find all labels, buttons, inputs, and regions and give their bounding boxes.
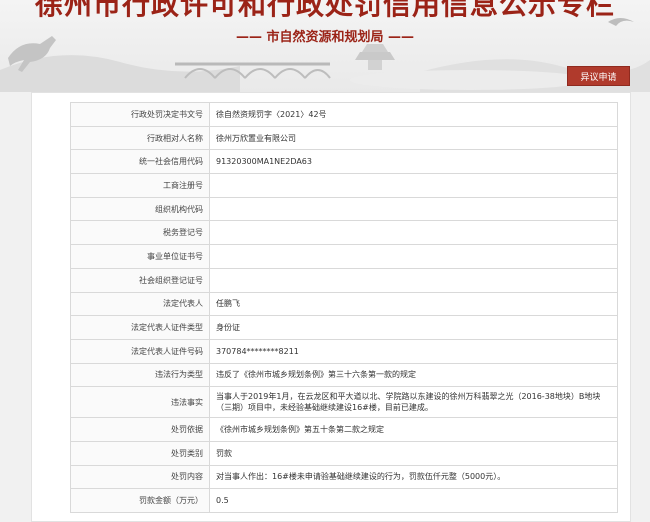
field-label: 税务登记号 — [70, 220, 210, 246]
field-label: 工商注册号 — [70, 173, 210, 198]
table-row: 统一社会信用代码 91320300MA1NE2DA63 — [70, 149, 618, 175]
field-label: 组织机构代码 — [70, 196, 210, 222]
table-row: 处罚依据 《徐州市城乡规划条例》第五十条第二款之规定 — [70, 417, 618, 442]
field-value: 徐自然资规罚字〈2021〉42号 — [209, 102, 618, 127]
field-value: 任鹏飞 — [209, 291, 618, 317]
field-value — [209, 267, 618, 293]
field-label: 罚款金额（万元） — [70, 488, 210, 513]
field-label: 违法事实 — [70, 386, 210, 419]
field-value: 徐州万欣置业有限公司 — [209, 125, 618, 151]
field-value: 370784********8211 — [209, 338, 618, 364]
table-row: 法定代表人证件号码 370784********8211 — [70, 338, 618, 364]
objection-button[interactable]: 异议申请 — [567, 66, 630, 86]
table-row: 事业单位证书号 — [70, 244, 618, 269]
page-title: 徐州市行政许可和行政处罚信用信息公示专栏 — [34, 0, 615, 21]
table-row: 法定代表人 任鹏飞 — [70, 291, 618, 317]
table-row: 组织机构代码 — [70, 196, 618, 222]
field-value — [209, 220, 618, 246]
table-row: 违法事实 当事人于2019年1月，在云龙区和平大道以北、学院路以东建设的徐州万科翡… — [70, 386, 618, 419]
field-value — [209, 244, 618, 269]
header-banner: 徐州市行政许可和行政处罚信用信息公示专栏 —— 市自然资源和规划局 —— 异议申… — [0, 0, 650, 92]
field-label: 社会组织登记证号 — [70, 267, 210, 293]
field-value: 当事人于2019年1月，在云龙区和平大道以北、学院路以东建设的徐州万科翡翠之光（… — [209, 386, 618, 419]
field-value: 身份证 — [209, 315, 618, 340]
table-row: 税务登记号 — [70, 220, 618, 246]
field-label: 事业单位证书号 — [70, 244, 210, 269]
table-row: 行政处罚决定书文号 徐自然资规罚字〈2021〉42号 — [70, 102, 618, 127]
field-label: 处罚类别 — [70, 440, 210, 466]
table-row: 违法行为类型 违反了《徐州市城乡规划条例》第三十六条第一款的规定 — [70, 362, 618, 388]
field-label: 违法行为类型 — [70, 362, 210, 388]
table-row: 罚款金额（万元） 0.5 — [70, 488, 618, 513]
field-value: 违反了《徐州市城乡规划条例》第三十六条第一款的规定 — [209, 362, 618, 388]
field-value: 对当事人作出：16#楼未申请验基础继续建设的行为，罚款伍仟元整（5000元）。 — [209, 464, 618, 490]
department-subtitle: —— 市自然资源和规划局 —— — [235, 30, 415, 45]
field-label: 法定代表人证件号码 — [70, 338, 210, 364]
table-row: 法定代表人证件类型 身份证 — [70, 315, 618, 340]
penalty-info-table: 行政处罚决定书文号 徐自然资规罚字〈2021〉42号 行政相对人名称 徐州万欣置业有… — [70, 102, 618, 513]
field-label: 统一社会信用代码 — [70, 149, 210, 175]
field-label: 法定代表人证件类型 — [70, 315, 210, 340]
table-row: 工商注册号 — [70, 173, 618, 198]
field-label: 法定代表人 — [70, 291, 210, 317]
field-label: 处罚内容 — [70, 464, 210, 490]
table-row: 处罚类别 罚款 — [70, 440, 618, 466]
field-value: 《徐州市城乡规划条例》第五十条第二款之规定 — [209, 417, 618, 442]
field-label: 行政相对人名称 — [70, 125, 210, 151]
table-row: 社会组织登记证号 — [70, 267, 618, 293]
field-value: 0.5 — [209, 488, 618, 513]
field-value — [209, 196, 618, 222]
field-label: 处罚依据 — [70, 417, 210, 442]
table-row: 行政相对人名称 徐州万欣置业有限公司 — [70, 125, 618, 151]
field-value — [209, 173, 618, 198]
table-row: 处罚内容 对当事人作出：16#楼未申请验基础继续建设的行为，罚款伍仟元整（5000… — [70, 464, 618, 490]
field-value: 罚款 — [209, 440, 618, 466]
field-value: 91320300MA1NE2DA63 — [209, 149, 618, 175]
field-label: 行政处罚决定书文号 — [70, 102, 210, 127]
